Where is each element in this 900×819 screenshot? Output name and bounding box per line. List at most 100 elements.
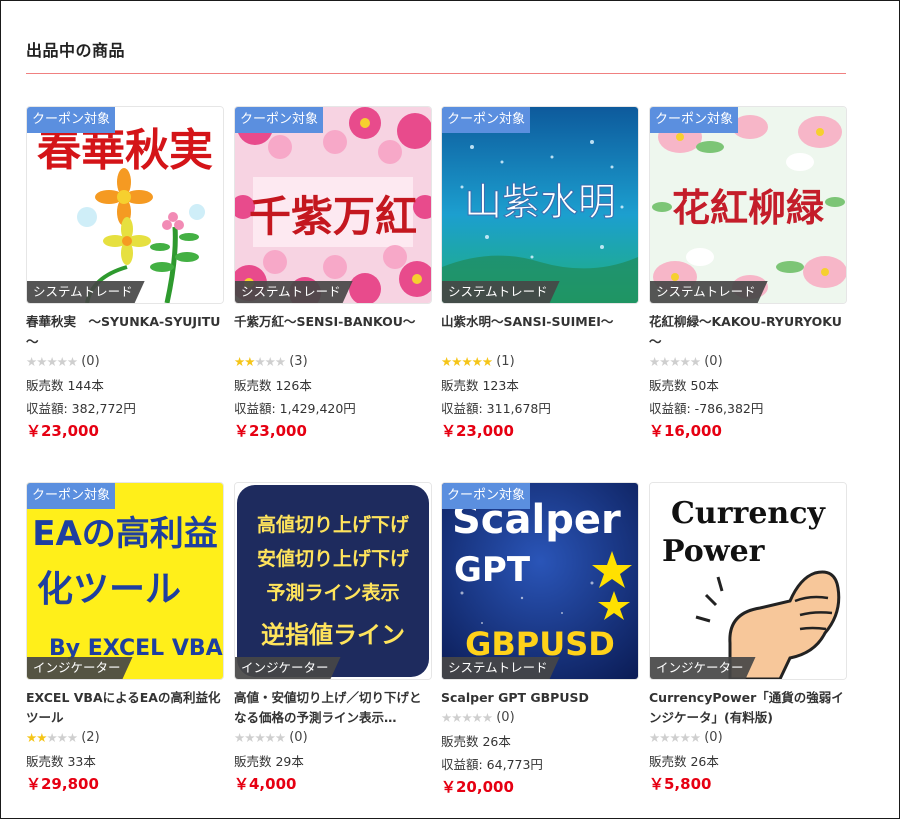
coupon-badge: クーポン対象	[650, 107, 739, 133]
star-filled-icon: ★	[36, 730, 47, 745]
product-name[interactable]: 春華秋実 ～SYUNKA-SYUJITU～	[26, 312, 224, 352]
svg-text:Power: Power	[662, 534, 766, 569]
star-rating-icon: ★★★★★	[26, 352, 78, 372]
rating: ★★★★★ (0)	[234, 728, 432, 748]
price: ￥29,800	[26, 775, 99, 793]
star-filled-icon: ★	[441, 354, 452, 369]
profit-amount: 収益額: -786,382円	[649, 401, 764, 416]
coupon-badge: クーポン対象	[27, 107, 116, 133]
profit-amount: 収益額: 311,678円	[441, 401, 551, 416]
rating: ★★★★★ (0)	[649, 352, 847, 372]
star-empty-icon: ★	[659, 354, 670, 369]
coupon-badge: クーポン対象	[27, 483, 116, 509]
dogwood-flowers-icon: 花紅柳緑	[650, 107, 846, 303]
category-label: インジケーター	[235, 657, 341, 679]
category-label: システムトレード	[235, 281, 353, 303]
product-thumbnail[interactable]: 花紅柳緑 クーポン対象 システムトレード	[649, 106, 847, 304]
star-empty-icon: ★	[234, 730, 245, 745]
text-banner-icon: EAの高利益 化ツール By EXCEL VBA	[27, 483, 223, 679]
price: ￥4,000	[234, 775, 297, 793]
svg-text:高値切り上げ下げ: 高値切り上げ下げ	[257, 513, 410, 536]
sales-count: 販売数 50本	[649, 378, 719, 393]
section-title: 出品中の商品	[26, 41, 126, 60]
review-count: (3)	[289, 354, 308, 369]
star-empty-icon: ★	[274, 354, 286, 369]
star-rating-icon: ★★★★★	[26, 728, 78, 748]
star-rating-icon: ★★★★★	[649, 352, 701, 372]
star-empty-icon: ★	[244, 730, 255, 745]
product-card[interactable]: 花紅柳緑 クーポン対象 システムトレード 花紅柳緑～KAKOU-RYURYOKU…	[649, 106, 847, 442]
product-thumbnail[interactable]: Scalper GPT GBPUSD クーポン対象 システムトレード	[441, 482, 639, 680]
product-name[interactable]: CurrencyPower「通貨の強弱インジケータ」(有料版)	[649, 688, 847, 728]
profit-amount: 収益額: 64,773円	[441, 757, 543, 772]
star-empty-icon: ★	[689, 354, 701, 369]
star-empty-icon: ★	[679, 354, 691, 369]
rating: ★★★★★ (0)	[441, 708, 639, 728]
review-count: (0)	[289, 730, 308, 745]
sales-count: 販売数 33本	[26, 754, 96, 769]
product-card[interactable]: Scalper GPT GBPUSD クーポン対象 システムトレード Scalp…	[441, 482, 639, 798]
review-count: (0)	[496, 710, 515, 725]
coupon-badge: クーポン対象	[442, 107, 531, 133]
category-label: インジケーター	[27, 657, 133, 679]
category-label: システムトレード	[650, 281, 768, 303]
text-banner-icon: 高値切り上げ下げ 安値切り上げ下げ 予測ライン表示 逆指値ライン	[235, 483, 431, 679]
night-sky-icon: 山紫水明	[442, 107, 638, 303]
category-label: システムトレード	[27, 281, 145, 303]
product-thumbnail[interactable]: 高値切り上げ下げ 安値切り上げ下げ 予測ライン表示 逆指値ライン インジケーター	[234, 482, 432, 680]
star-empty-icon: ★	[659, 730, 670, 745]
profit-amount: 収益額: 382,772円	[26, 401, 136, 416]
star-filled-icon: ★	[461, 354, 472, 369]
category-label: システムトレード	[442, 657, 560, 679]
rating: ★★★★★ (3)	[234, 352, 432, 372]
category-label: インジケーター	[650, 657, 756, 679]
review-count: (0)	[704, 354, 723, 369]
star-empty-icon: ★	[274, 730, 286, 745]
review-count: (0)	[704, 730, 723, 745]
star-empty-icon: ★	[264, 730, 276, 745]
product-thumbnail[interactable]: 春華秋実 クーポン対象 システムトレード	[26, 106, 224, 304]
product-name[interactable]: 千紫万紅～SENSI-BANKOU～	[234, 312, 432, 352]
star-icon: Scalper GPT GBPUSD	[442, 483, 638, 679]
product-card[interactable]: 千紫万紅 クーポン対象 システムトレード 千紫万紅～SENSI-BANKOU～ …	[234, 106, 432, 442]
product-name[interactable]: 高値・安値切り上げ／切り下げとなる価格の予測ライン表示…	[234, 688, 432, 728]
star-empty-icon: ★	[254, 354, 265, 369]
product-thumbnail[interactable]: 千紫万紅 クーポン対象 システムトレード	[234, 106, 432, 304]
flower-illustration-icon: 春華秋実	[27, 107, 223, 303]
product-card[interactable]: Currency Power インジケーター CurrencyPower「通貨の…	[649, 482, 847, 795]
product-thumbnail[interactable]: Currency Power インジケーター	[649, 482, 847, 680]
star-filled-icon: ★	[481, 354, 493, 369]
rating: ★★★★★ (0)	[26, 352, 224, 372]
star-empty-icon: ★	[441, 710, 452, 725]
star-empty-icon: ★	[66, 354, 78, 369]
star-filled-icon: ★	[244, 354, 255, 369]
star-empty-icon: ★	[471, 710, 483, 725]
star-rating-icon: ★★★★★	[441, 352, 493, 372]
star-empty-icon: ★	[56, 730, 68, 745]
price: ￥5,800	[649, 775, 712, 793]
product-card[interactable]: 山紫水明 クーポン対象 システムトレード 山紫水明～SANSI-SUIMEI～ …	[441, 106, 639, 442]
star-empty-icon: ★	[56, 354, 68, 369]
svg-text:化ツール: 化ツール	[37, 569, 181, 610]
product-name[interactable]: 山紫水明～SANSI-SUIMEI～	[441, 312, 639, 352]
product-thumbnail[interactable]: 山紫水明 クーポン対象 システムトレード	[441, 106, 639, 304]
svg-text:Currency: Currency	[671, 496, 826, 531]
product-card[interactable]: 春華秋実 クーポン対象 システムトレード 春華秋実 ～SYUNKA-SYUJIT…	[26, 106, 224, 442]
product-thumbnail[interactable]: EAの高利益 化ツール By EXCEL VBA クーポン対象 インジケーター	[26, 482, 224, 680]
star-rating-icon: ★★★★★	[441, 708, 493, 728]
star-empty-icon: ★	[669, 730, 680, 745]
star-empty-icon: ★	[461, 710, 472, 725]
product-name[interactable]: 花紅柳緑～KAKOU-RYURYOKU～	[649, 312, 847, 352]
sales-count: 販売数 144本	[26, 378, 104, 393]
star-filled-icon: ★	[234, 354, 245, 369]
price: ￥23,000	[441, 422, 514, 440]
sales-count: 販売数 26本	[649, 754, 719, 769]
title-divider	[26, 73, 846, 74]
product-card[interactable]: EAの高利益 化ツール By EXCEL VBA クーポン対象 インジケーター …	[26, 482, 224, 795]
product-card[interactable]: 高値切り上げ下げ 安値切り上げ下げ 予測ライン表示 逆指値ライン インジケーター…	[234, 482, 432, 795]
product-name[interactable]: Scalper GPT GBPUSD	[441, 688, 639, 708]
svg-text:EAの高利益: EAの高利益	[32, 514, 218, 554]
product-name[interactable]: EXCEL VBAによるEAの高利益化ツール	[26, 688, 224, 728]
svg-text:安値切り上げ下げ: 安値切り上げ下げ	[257, 547, 410, 570]
star-empty-icon: ★	[36, 354, 47, 369]
